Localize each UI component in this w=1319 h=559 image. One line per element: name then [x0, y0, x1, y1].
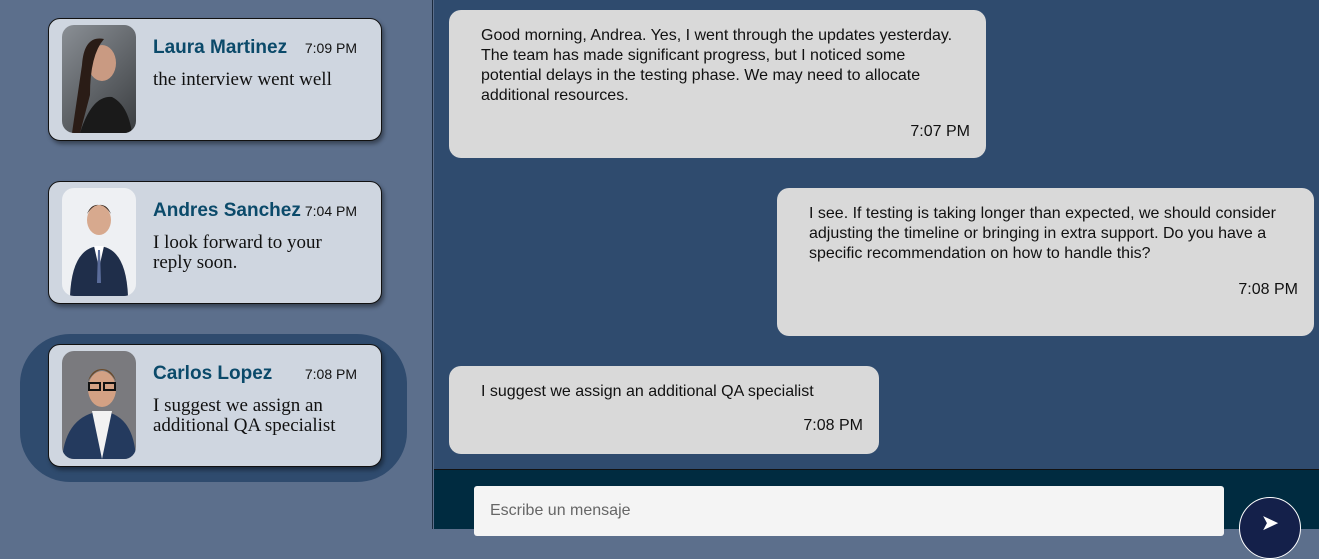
message-time: 7:09 PM: [304, 40, 357, 56]
message-bubble-received: I suggest we assign an additional QA spe…: [449, 366, 879, 454]
send-button[interactable]: ➤: [1239, 497, 1301, 559]
contact-name: Laura Martinez: [153, 37, 288, 58]
conversation-list: Laura Martinez 7:09 PM the interview wen…: [0, 0, 433, 529]
contact-name: Carlos Lopez: [153, 363, 273, 384]
chat-panel: Good morning, Andrea. Yes, I went throug…: [434, 0, 1319, 469]
message-time: 7:08 PM: [304, 366, 357, 382]
contact-name: Andres Sanchez: [153, 200, 301, 221]
message-time: 7:07 PM: [910, 123, 970, 140]
conversation-item[interactable]: Laura Martinez 7:09 PM the interview wen…: [48, 18, 382, 141]
avatar: [62, 25, 136, 133]
avatar: [62, 351, 136, 459]
conversation-item-selected[interactable]: Carlos Lopez 7:08 PM I suggest we assign…: [48, 344, 382, 467]
avatar: [62, 188, 136, 296]
message-time: 7:08 PM: [1238, 281, 1298, 298]
composer: ➤: [434, 469, 1319, 559]
message-bubble-sent: I see. If testing is taking longer than …: [777, 188, 1314, 336]
message-text: I see. If testing is taking longer than …: [809, 205, 1276, 262]
message-preview: I suggest we assign an additional QA spe…: [153, 395, 336, 436]
message-preview: the interview went well: [153, 69, 332, 90]
message-preview: I look forward to your reply soon.: [153, 232, 322, 273]
message-text: I suggest we assign an additional QA spe…: [481, 383, 814, 400]
message-bubble-received: Good morning, Andrea. Yes, I went throug…: [449, 10, 986, 158]
send-icon: ➤: [1260, 510, 1280, 535]
message-time: 7:04 PM: [304, 203, 357, 219]
message-time: 7:08 PM: [803, 417, 863, 434]
conversation-item[interactable]: Andres Sanchez 7:04 PM I look forward to…: [48, 181, 382, 304]
message-text: Good morning, Andrea. Yes, I went throug…: [481, 27, 953, 104]
